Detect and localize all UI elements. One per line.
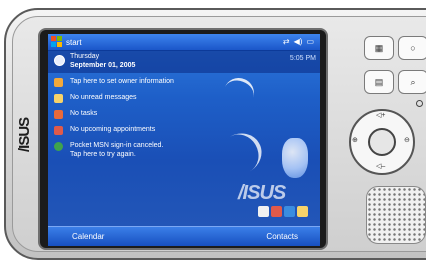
messages-item[interactable]: No unread messages (48, 92, 320, 106)
dpad-right-label[interactable]: ⊖ (404, 136, 410, 144)
start-label: start (66, 37, 82, 47)
today-screen: start ⇄ ◀) ▭ Thursday September 01, 2005… (48, 34, 320, 246)
dpad-down-label[interactable]: ◁– (376, 162, 385, 170)
calendar-icon (54, 126, 63, 135)
voice-record-icon[interactable]: ⌕ (398, 70, 426, 94)
tray-app-icon[interactable] (258, 206, 269, 217)
softkey-left[interactable]: Calendar (72, 232, 104, 241)
status-icons: ⇄ ◀) ▭ (283, 36, 314, 48)
appointments-item[interactable]: No upcoming appointments (48, 124, 320, 138)
volume-icon[interactable]: ◀) (294, 36, 303, 48)
wallpaper-logo: /ISUS (238, 182, 286, 204)
start-button[interactable]: start (51, 35, 82, 49)
speaker-grille (366, 186, 426, 244)
msn-line2: Tap here to try again. (70, 151, 136, 158)
windows-flag-icon (51, 36, 63, 48)
date-row[interactable]: Thursday September 01, 2005 5:05 PM (48, 51, 320, 73)
mail-icon (54, 94, 63, 103)
softkey-right[interactable]: Contacts (266, 232, 298, 241)
taskbar: start ⇄ ◀) ▭ (48, 34, 320, 51)
msn-line1: Pocket MSN sign-in canceled. (70, 142, 164, 149)
item-label: No tasks (70, 110, 98, 117)
msn-message: Pocket MSN sign-in canceled. Tap here to… (70, 141, 163, 159)
power-ring-icon[interactable]: ○ (398, 36, 426, 60)
action-button[interactable] (368, 128, 396, 156)
msn-icon (54, 142, 63, 151)
dpad-up-label[interactable]: ◁+ (376, 111, 385, 119)
calendar-key-icon[interactable]: ▤ (364, 70, 394, 94)
item-label: No unread messages (70, 94, 137, 101)
time-text: 5:05 PM (289, 55, 316, 62)
tasks-icon (54, 110, 63, 119)
date-day: Thursday (70, 53, 100, 60)
item-label: Tap here to set owner information (70, 78, 174, 85)
tray-app-icon[interactable] (284, 206, 295, 217)
dpad-left-label[interactable]: ⊕ (352, 136, 358, 144)
battery-icon[interactable]: ▭ (306, 36, 314, 48)
date-full: September 01, 2005 (70, 62, 136, 69)
connectivity-icon[interactable]: ⇄ (283, 36, 290, 48)
owner-info-item[interactable]: Tap here to set owner information (48, 76, 320, 90)
led-indicator (416, 100, 423, 107)
brand-logo: /ISUS (16, 117, 33, 152)
wallpaper-bottle (282, 138, 308, 178)
tray-icons (258, 206, 316, 218)
clock-icon (54, 55, 65, 66)
owner-icon (54, 78, 63, 87)
softkey-bar: Calendar Contacts (48, 226, 320, 246)
msn-item[interactable]: Pocket MSN sign-in canceled. Tap here to… (48, 140, 320, 164)
tasks-item[interactable]: No tasks (48, 108, 320, 122)
tray-app-icon[interactable] (297, 206, 308, 217)
tray-app-icon[interactable] (271, 206, 282, 217)
contacts-key-icon[interactable]: ▦ (364, 36, 394, 60)
item-label: No upcoming appointments (70, 126, 156, 133)
